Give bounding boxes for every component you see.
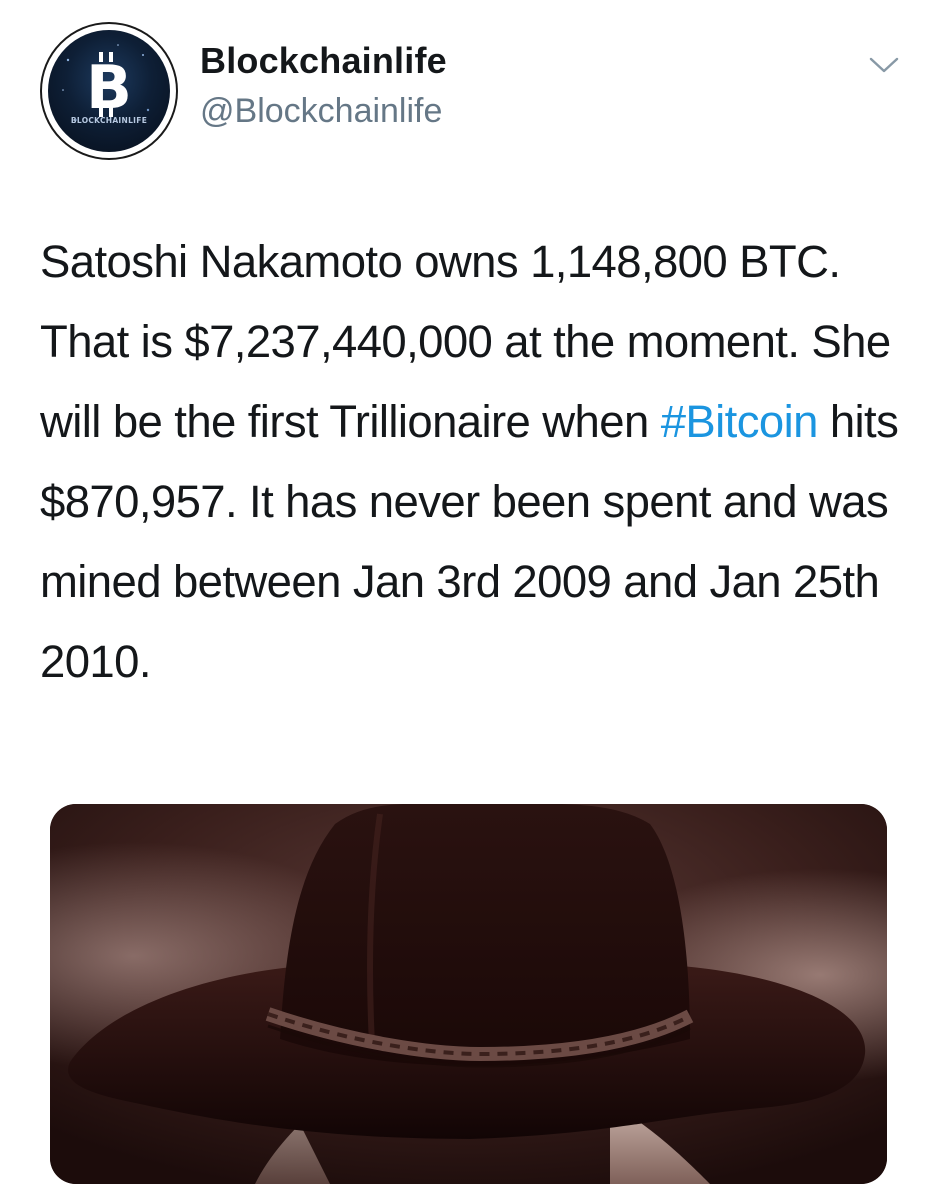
account-handle[interactable]: @Blockchainlife [200,92,442,131]
tweet-card: B BLOCKCHAINLIFE Blockchainlife @Blockch… [0,0,937,1184]
tweet-media-photo[interactable] [50,804,887,1184]
tweet-header: B BLOCKCHAINLIFE Blockchainlife @Blockch… [40,22,910,162]
cowboy-hat-image [50,804,887,1184]
bitcoin-icon: B [62,44,150,123]
avatar-image: B [48,30,170,152]
avatar[interactable]: B BLOCKCHAINLIFE [40,22,178,160]
hashtag-link[interactable]: #Bitcoin [661,396,819,447]
tweet-menu-button[interactable] [868,52,900,76]
tweet-text: Satoshi Nakamoto owns 1,148,800 BTC. Tha… [40,222,910,702]
chevron-down-icon [869,57,899,73]
display-name[interactable]: Blockchainlife [200,40,447,82]
